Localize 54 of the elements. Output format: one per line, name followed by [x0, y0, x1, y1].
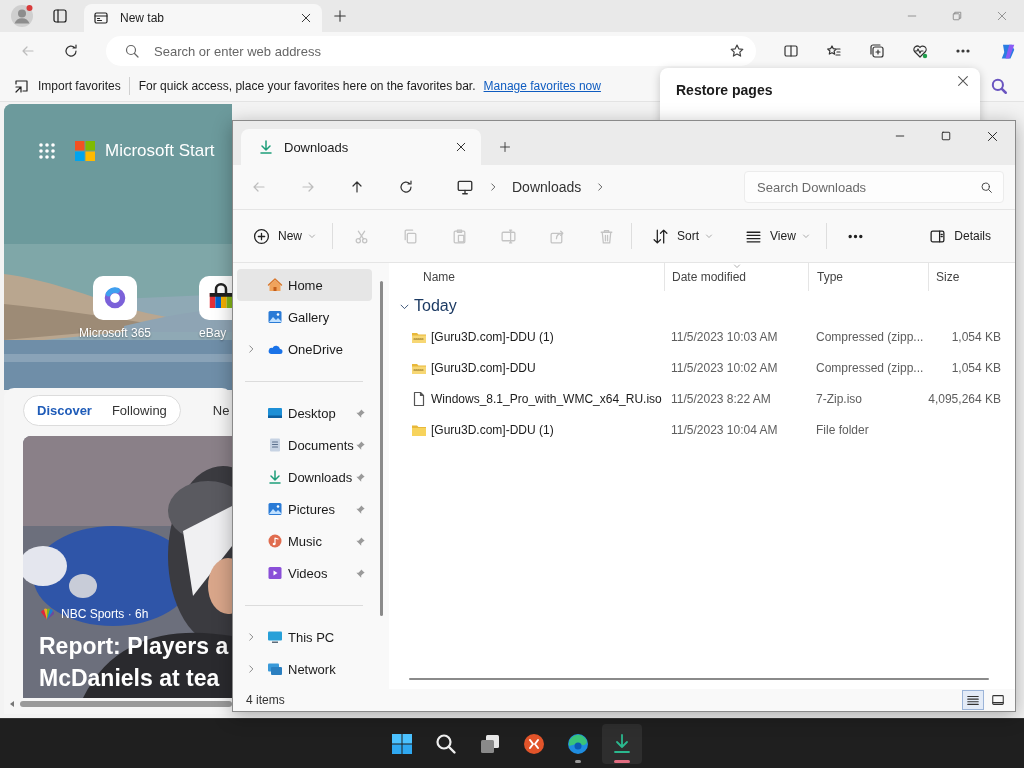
story-source: NBC Sports · 6h: [61, 607, 149, 621]
nav-item[interactable]: Gallery: [237, 301, 372, 333]
feed-tab[interactable]: Discover: [27, 403, 102, 418]
file-type: Compressed (zipp...: [816, 329, 924, 344]
breadcrumb-item[interactable]: Downloads: [512, 179, 582, 195]
column-header[interactable]: Date modified: [664, 263, 808, 291]
file-type: Compressed (zipp...: [816, 360, 924, 375]
nav-item[interactable]: This PC: [237, 621, 372, 653]
column-header[interactable]: Type: [808, 263, 928, 291]
import-favorites-button[interactable]: Import favorites: [14, 77, 121, 94]
nav-item[interactable]: Videos: [237, 557, 372, 589]
nav-item[interactable]: Downloads: [237, 461, 372, 493]
file-name[interactable]: Windows_8.1_Pro_with_WMC_x64_RU.iso: [431, 391, 662, 406]
toolbar-button[interactable]: New: [253, 227, 316, 245]
feed-tab[interactable]: Following: [101, 403, 177, 418]
file-size: 1,054 KB: [951, 329, 1001, 344]
item-count: 4 items: [246, 693, 285, 707]
file-type: 7-Zip.iso: [816, 391, 862, 406]
column-header[interactable]: Size: [928, 263, 1006, 291]
details-button[interactable]: Details: [929, 227, 991, 245]
file-date: 11/5/2023 10:02 AM: [671, 360, 778, 375]
toolbar-button[interactable]: Sort: [652, 227, 714, 245]
browser-tab[interactable]: New tab: [84, 4, 322, 32]
story-headline[interactable]: McDaniels at tea: [39, 662, 232, 694]
popup-title: Restore pages: [676, 82, 774, 98]
file-date: 11/5/2023 10:04 AM: [671, 422, 778, 437]
nav-item[interactable]: Pictures: [237, 493, 372, 525]
nav-item[interactable]: Music: [237, 525, 372, 557]
shortcut-label: Microsoft 365: [79, 326, 151, 340]
file-size: 4,095,264 KB: [928, 391, 1001, 406]
file-name[interactable]: [Guru3D.com]-DDU: [431, 360, 536, 375]
story-headline[interactable]: Report: Players a: [39, 630, 232, 662]
search-field[interactable]: Search Downloads: [744, 171, 1004, 203]
manage-favorites-link[interactable]: Manage favorites now: [483, 78, 601, 93]
group-header[interactable]: Today: [389, 291, 1015, 321]
shortcut-label: eBay: [199, 326, 227, 340]
nav-item[interactable]: Home: [237, 269, 372, 301]
file-date: 11/5/2023 8:22 AM: [671, 391, 771, 406]
address-field[interactable]: Search or enter web address: [106, 36, 756, 66]
nav-item[interactable]: OneDrive: [237, 333, 372, 365]
brand-name: Microsoft Start: [105, 141, 215, 161]
favorites-hint: For quick access, place your favorites here on the favorites bar.: [138, 78, 476, 93]
explorer-tab[interactable]: Downloads: [241, 129, 481, 165]
file-type: File folder: [816, 422, 869, 437]
file-date: 11/5/2023 10:03 AM: [671, 329, 778, 344]
file-size: 1,054 KB: [951, 360, 1001, 375]
nav-item[interactable]: Network: [237, 653, 372, 685]
feed-tab[interactable]: Ne: [202, 403, 232, 418]
column-header[interactable]: Name: [389, 263, 664, 291]
nav-item[interactable]: Documents: [237, 429, 372, 461]
toolbar-button[interactable]: View: [745, 227, 810, 245]
file-name[interactable]: [Guru3D.com]-DDU (1): [431, 329, 554, 344]
nav-item[interactable]: Desktop: [237, 397, 372, 429]
file-name[interactable]: [Guru3D.com]-DDU (1): [431, 422, 554, 437]
